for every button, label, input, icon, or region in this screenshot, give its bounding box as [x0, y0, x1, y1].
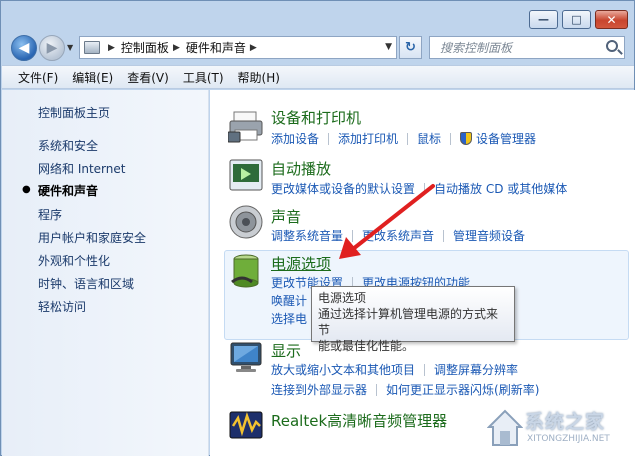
category-title-display[interactable]: 显示 — [271, 340, 301, 361]
sidebar-item-appearance[interactable]: 外观和个性化 — [38, 252, 110, 269]
forward-button[interactable]: ▶ — [39, 35, 65, 61]
category-title-realtek[interactable]: Realtek高清晰音频管理器 — [271, 410, 447, 431]
uac-shield-icon — [460, 132, 473, 145]
menu-help[interactable]: 帮助(H) — [238, 69, 280, 86]
link-external-display[interactable]: 连接到外部显示器 — [271, 381, 367, 398]
sidebar-item-system-security[interactable]: 系统和安全 — [38, 137, 98, 154]
watermark: 系统之家 XITONGZHIJIA.NET — [487, 405, 629, 451]
menu-bar: 文件(F) 编辑(E) 查看(V) 工具(T) 帮助(H) — [2, 65, 634, 89]
sidebar-item-network-internet[interactable]: 网络和 Internet — [38, 160, 125, 177]
links-autoplay: 更改媒体或设备的默认设置 自动播放 CD 或其他媒体 — [271, 180, 567, 197]
link-add-device[interactable]: 添加设备 — [271, 130, 319, 147]
link-choose-power-plan[interactable]: 选择电 — [271, 310, 307, 327]
link-manage-audio-devices[interactable]: 管理音频设备 — [453, 227, 525, 244]
watermark-title: 系统之家 — [525, 411, 606, 433]
tooltip-line2: 能或最佳化性能。 — [318, 339, 415, 353]
watermark-subtitle: XITONGZHIJIA.NET — [527, 434, 610, 444]
category-title-devices-printers[interactable]: 设备和打印机 — [271, 107, 361, 128]
category-title-autoplay[interactable]: 自动播放 — [271, 158, 331, 179]
refresh-icon: ↻ — [405, 40, 416, 55]
link-adjust-volume[interactable]: 调整系统音量 — [271, 227, 343, 244]
sidebar-item-programs[interactable]: 程序 — [38, 206, 62, 223]
chevron-right-icon[interactable]: ▶ — [108, 43, 115, 53]
control-panel-window: — □ ✕ ◀ ▶ ▼ ▶ 控制面板 ▶ 硬件和声音 ▶ ▼ ↻ 搜索控制面板 … — [0, 0, 635, 456]
house-logo-icon — [487, 409, 523, 446]
links-devices-printers: 添加设备 添加打印机 鼠标 设备管理器 — [271, 130, 536, 147]
links-display-row2: 连接到外部显示器 如何更正显示器闪烁(刷新率) — [271, 381, 539, 398]
current-item-bullet: ● — [22, 184, 31, 195]
printer-icon[interactable] — [228, 108, 266, 144]
sidebar-item-user-accounts[interactable]: 用户帐户和家庭安全 — [38, 229, 146, 246]
link-mouse[interactable]: 鼠标 — [417, 130, 441, 147]
search-placeholder: 搜索控制面板 — [440, 41, 513, 55]
menu-edit[interactable]: 编辑(E) — [72, 69, 113, 86]
address-bar[interactable]: ▶ 控制面板 ▶ 硬件和声音 ▶ ▼ — [79, 36, 397, 59]
arrow-left-icon: ◀ — [18, 40, 30, 56]
tooltip-title: 电源选项 — [318, 291, 367, 305]
recent-pages-dropdown[interactable]: ▼ — [67, 43, 73, 52]
control-panel-icon — [84, 41, 100, 54]
link-screen-resolution[interactable]: 调整屏幕分辨率 — [434, 361, 518, 378]
autoplay-icon[interactable] — [228, 158, 266, 194]
maximize-button[interactable]: □ — [562, 10, 591, 29]
links-display-row1: 放大或缩小文本和其他项目 调整屏幕分辨率 — [271, 361, 518, 378]
close-button[interactable]: ✕ — [595, 10, 628, 29]
refresh-button[interactable]: ↻ — [399, 36, 422, 59]
breadcrumb-hardware-sound[interactable]: 硬件和声音 — [186, 39, 246, 56]
tooltip-line1: 通过选择计算机管理电源的方式来节 — [318, 307, 499, 337]
link-device-manager[interactable]: 设备管理器 — [476, 130, 536, 147]
links-sound: 调整系统音量 更改系统声音 管理音频设备 — [271, 227, 525, 244]
chevron-down-icon[interactable]: ▼ — [385, 42, 392, 52]
link-change-media-defaults[interactable]: 更改媒体或设备的默认设置 — [271, 180, 415, 197]
sidebar-item-ease-of-access[interactable]: 轻松访问 — [38, 298, 86, 315]
category-title-sound[interactable]: 声音 — [271, 206, 301, 227]
chevron-right-icon[interactable]: ▶ — [173, 43, 180, 53]
battery-icon[interactable] — [228, 252, 266, 288]
link-wake-computer[interactable]: 唤醒计 — [271, 292, 307, 309]
monitor-icon[interactable] — [228, 340, 266, 376]
links-power-row3: 选择电 — [271, 310, 307, 327]
links-power-row2: 唤醒计 — [271, 292, 307, 309]
link-change-system-sounds[interactable]: 更改系统声音 — [362, 227, 434, 244]
search-icon[interactable] — [606, 40, 618, 52]
menu-view[interactable]: 查看(V) — [127, 69, 169, 86]
sidebar-item-clock-language[interactable]: 时钟、语言和区域 — [38, 275, 134, 292]
menu-tools[interactable]: 工具(T) — [183, 69, 224, 86]
link-resize-text[interactable]: 放大或缩小文本和其他项目 — [271, 361, 415, 378]
category-title-power-options[interactable]: 电源选项 — [271, 253, 331, 274]
back-button[interactable]: ◀ — [11, 35, 37, 61]
sidebar: 控制面板主页 系统和安全 网络和 Internet ● 硬件和声音 程序 用户帐… — [2, 90, 209, 456]
chevron-right-icon[interactable]: ▶ — [250, 43, 257, 53]
sidebar-item-control-panel-home[interactable]: 控制面板主页 — [38, 104, 110, 121]
breadcrumb-control-panel[interactable]: 控制面板 — [121, 39, 169, 56]
realtek-audio-icon[interactable] — [228, 408, 266, 444]
link-add-printer[interactable]: 添加打印机 — [338, 130, 398, 147]
minimize-button[interactable]: — — [529, 10, 558, 29]
menu-file[interactable]: 文件(F) — [18, 69, 58, 86]
speaker-icon[interactable] — [228, 204, 266, 240]
arrow-right-icon: ▶ — [46, 40, 58, 56]
search-input[interactable]: 搜索控制面板 — [429, 36, 625, 59]
link-fix-flicker[interactable]: 如何更正显示器闪烁(刷新率) — [386, 381, 539, 398]
power-options-tooltip: 电源选项 通过选择计算机管理电源的方式来节 能或最佳化性能。 — [311, 286, 515, 353]
main-pane: 设备和打印机 添加设备 添加打印机 鼠标 设备管理器 自动播放 更改媒体或设备的 — [210, 90, 635, 456]
sidebar-item-hardware-sound: 硬件和声音 — [38, 184, 99, 198]
link-autoplay-cd[interactable]: 自动播放 CD 或其他媒体 — [434, 180, 567, 197]
